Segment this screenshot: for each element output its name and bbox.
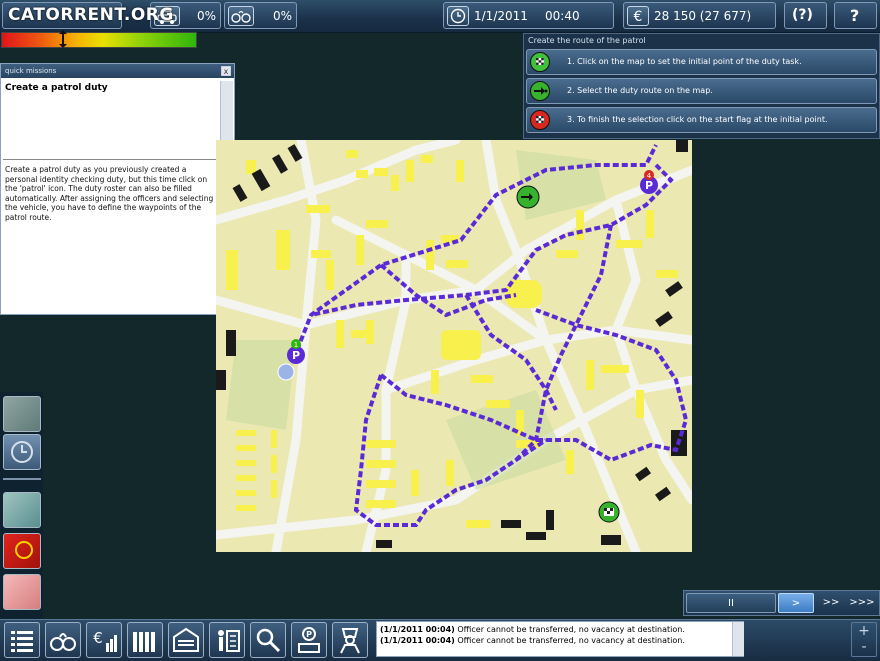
buildings-menu-button[interactable]: [168, 622, 204, 658]
handcuffs-icon: [50, 633, 76, 651]
game-speed-controls: II > >> >>>: [683, 590, 880, 616]
search-icon: [256, 628, 281, 653]
safety-gauge: [1, 32, 197, 48]
zoom-in-button[interactable]: +: [852, 624, 876, 640]
svg-text:€: €: [634, 9, 643, 25]
checkered-flag-icon: [530, 52, 550, 72]
stat-arrests-value: 0%: [273, 9, 293, 23]
speed-fast-button[interactable]: >>: [816, 593, 846, 613]
officer-roster-icon: [218, 630, 240, 652]
tool-divider: [3, 478, 41, 480]
game-date: 1/1/2011: [474, 9, 528, 23]
criminals-menu-button[interactable]: [332, 622, 368, 658]
parking-icon: P: [298, 627, 320, 653]
game-time: 00:40: [545, 9, 580, 23]
route-step-1-text: 1. Click on the map to set the initial p…: [567, 57, 802, 66]
info-button[interactable]: (?): [784, 2, 827, 29]
top-bar: 0% 0% CATORRENT.ORG 1/1/2011 00:40 € 28 …: [0, 0, 880, 33]
route-arrow-icon: [530, 81, 550, 101]
heatmap-layer-button[interactable]: [3, 574, 41, 610]
map-layer-button[interactable]: [3, 492, 41, 528]
quick-missions-panel: quick missions x Create a patrol duty Cr…: [0, 63, 235, 315]
help-button[interactable]: ?: [834, 2, 877, 29]
route-panel-title: Create the route of the patrol: [528, 36, 646, 45]
checkered-flag-icon: [530, 110, 550, 130]
route-flag-marker[interactable]: [598, 501, 620, 523]
crime-hotspot-icon: [15, 541, 33, 559]
officers-icon: [133, 632, 155, 652]
terrain-view-button[interactable]: [3, 396, 41, 432]
stat-panel-arrests[interactable]: 0%: [224, 2, 297, 29]
euro-chart-icon: €: [93, 629, 117, 652]
svg-text:€: €: [93, 629, 103, 647]
zoom-out-button[interactable]: -: [852, 640, 876, 656]
message-log-scrollbar[interactable]: [732, 622, 744, 656]
route-step-2[interactable]: 2. Select the duty route on the map.: [526, 78, 877, 104]
city-map[interactable]: P 1 P 4: [216, 140, 692, 552]
handcuffs-icon: [228, 6, 254, 26]
route-step-3[interactable]: 3. To finish the selection click on the …: [526, 107, 877, 133]
list-menu-button[interactable]: [4, 622, 40, 658]
clock-icon: [447, 6, 469, 26]
crime-layer-button[interactable]: [3, 533, 41, 569]
close-icon[interactable]: x: [221, 66, 231, 76]
datetime-panel: 1/1/2011 00:40: [443, 2, 614, 29]
route-step-1[interactable]: 1. Click on the map to set the initial p…: [526, 49, 877, 75]
log-entry: (1/1/2011 00:04) Officer cannot be trans…: [380, 625, 685, 634]
budget-value: 28 150 (27 677): [654, 9, 752, 23]
route-step-3-text: 3. To finish the selection click on the …: [567, 115, 828, 124]
message-log: (1/1/2011 00:04) Officer cannot be trans…: [376, 621, 744, 657]
arrests-menu-button[interactable]: [45, 622, 81, 658]
duty-menu-button[interactable]: [209, 622, 245, 658]
quick-missions-title: quick missions: [1, 64, 234, 78]
watermark-logo: CATORRENT.ORG: [8, 5, 174, 25]
info-button-label: (?): [792, 7, 813, 23]
search-button[interactable]: [250, 622, 286, 658]
svg-text:P: P: [645, 179, 653, 192]
stat-police-value: 0%: [197, 9, 217, 23]
left-tool-column: [0, 392, 43, 620]
zoom-control: + -: [851, 622, 877, 657]
clock-icon: [11, 441, 33, 463]
parking-menu-button[interactable]: P: [291, 622, 327, 658]
staff-menu-button[interactable]: [127, 622, 163, 658]
budget-panel: € 28 150 (27 677): [623, 2, 776, 29]
route-step-2-text: 2. Select the duty route on the map.: [567, 86, 713, 95]
criminal-icon: [340, 628, 360, 654]
pause-button[interactable]: II: [686, 593, 776, 613]
city-map-canvas[interactable]: P 1 P 4: [216, 140, 692, 552]
time-tool-button[interactable]: [3, 434, 41, 470]
list-icon: [11, 631, 33, 652]
building-icon: [173, 627, 199, 652]
end-waypoint-number: 4: [647, 172, 652, 180]
help-button-label: ?: [850, 6, 860, 25]
svg-text:P: P: [292, 349, 300, 362]
speed-normal-button[interactable]: >: [778, 593, 814, 613]
log-entry: (1/1/2011 00:04) Officer cannot be trans…: [380, 636, 685, 645]
route-instructions-panel: Create the route of the patrol 1. Click …: [523, 33, 880, 139]
euro-icon: €: [627, 6, 649, 26]
mission-description: Create a patrol duty as you previously c…: [5, 165, 214, 222]
speed-fastest-button[interactable]: >>>: [846, 593, 878, 613]
mission-heading: Create a patrol duty: [5, 83, 108, 93]
route-direction-marker[interactable]: [516, 185, 540, 209]
svg-text:P: P: [306, 630, 312, 639]
start-waypoint-number: 1: [294, 341, 298, 349]
gauge-marker-icon: [59, 30, 67, 48]
divider: [3, 159, 232, 160]
finance-menu-button[interactable]: €: [86, 622, 122, 658]
